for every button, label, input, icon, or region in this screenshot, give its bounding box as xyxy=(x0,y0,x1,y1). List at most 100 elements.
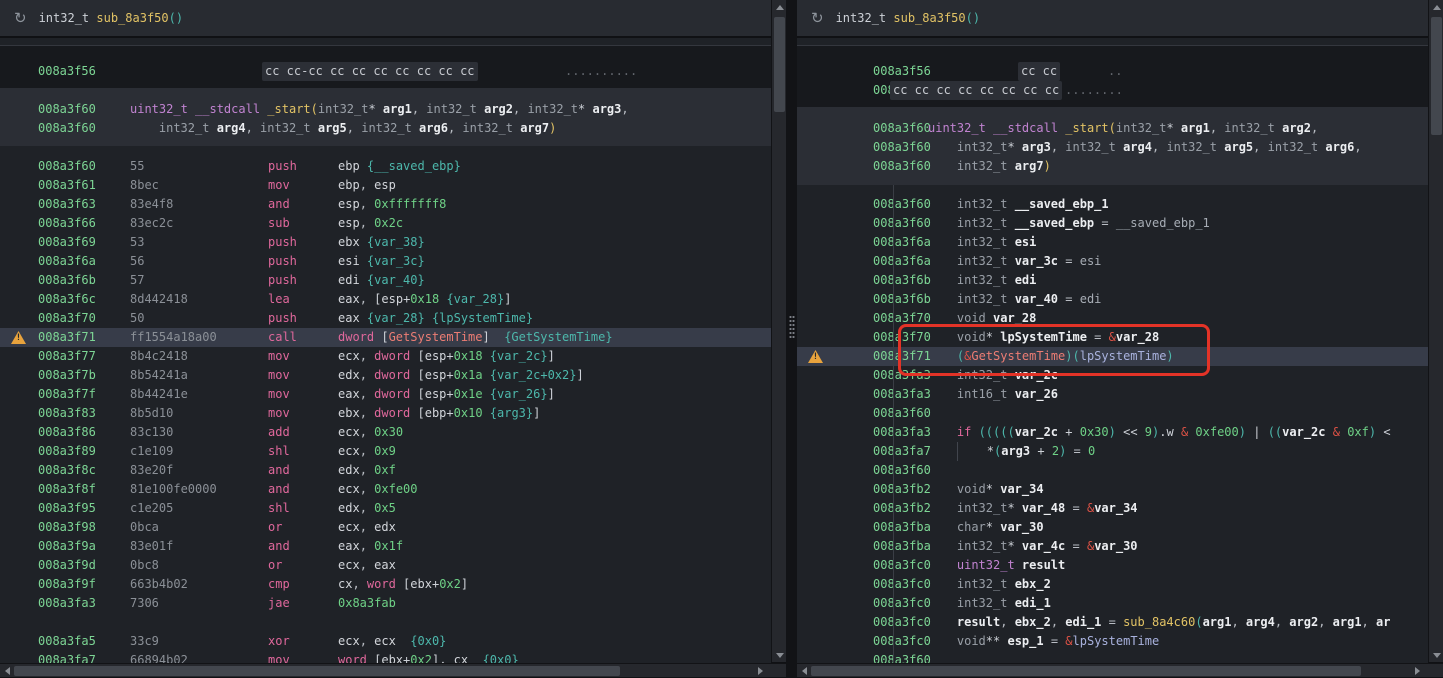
refresh-icon[interactable]: ↻ xyxy=(14,11,27,26)
token: ecx xyxy=(338,349,360,363)
hlil-row[interactable]: 008a3f70void var_28 xyxy=(797,309,1428,328)
hlil-row[interactable]: 008a3f6bint32_t var_40 = edi xyxy=(797,290,1428,309)
asm-signature-row[interactable]: 008a3f60int32_t arg4, int32_t arg5, int3… xyxy=(0,119,771,138)
asm-row[interactable]: 008a3f838b5d10movebx, dword [ebp+0x10 {a… xyxy=(0,404,771,423)
hlil-row[interactable]: 008a3fa7 *(arg3 + 2) = 0 xyxy=(797,442,1428,461)
token: esi xyxy=(338,254,360,268)
left-vertical-scrollbar[interactable] xyxy=(771,0,786,662)
hlil-row[interactable]: 008a3fc0int32_t ebx_2 xyxy=(797,575,1428,594)
asm-row[interactable]: 008a3f8683c130addecx, 0x30 xyxy=(0,423,771,442)
hlil-row[interactable]: 008a3f70void* lpSystemTime = &var_28 xyxy=(797,328,1428,347)
asm-row[interactable]: 008a3f7050pusheax {var_28} {lpSystemTime… xyxy=(0,309,771,328)
scrollbar-thumb[interactable] xyxy=(14,666,620,676)
token: int16_t xyxy=(957,387,1008,401)
hlil-row[interactable]: 008a3fa3int16_t var_26 xyxy=(797,385,1428,404)
asm-row[interactable]: 008a3f9a83e01fandeax, 0x1f xyxy=(0,537,771,556)
asm-row[interactable]: 008a3f980bcaorecx, edx xyxy=(0,518,771,537)
asm-row[interactable]: 008a3f6953pushebx {var_38} xyxy=(0,233,771,252)
asm-row[interactable]: 008a3fa533c9xorecx, ecx {0x0} xyxy=(0,632,771,651)
asm-row[interactable]: 008a3f7b8b54241amovedx, dword [esp+0x1a … xyxy=(0,366,771,385)
hlil-row[interactable]: 008a3fbaint32_t* var_4c = &var_30 xyxy=(797,537,1428,556)
asm-row[interactable]: 008a3f6c8d442418leaeax, [esp+0x18 {var_2… xyxy=(0,290,771,309)
byte-values: 83e20f xyxy=(130,461,268,480)
asm-row[interactable]: 008a3f6b57pushedi {var_40} xyxy=(0,271,771,290)
hlil-row[interactable]: 008a3fb2void* var_34 xyxy=(797,480,1428,499)
token: {var_38} xyxy=(367,235,425,249)
operands: edx, 0xf xyxy=(338,461,771,480)
asm-row[interactable]: 008a3f9f663b4b02cmpcx, word [ebx+0x2] xyxy=(0,575,771,594)
byte-values: 83c130 xyxy=(130,423,268,442)
hlil-row[interactable]: 008a3f60 xyxy=(797,461,1428,480)
hlil-row[interactable]: 008a3f60 xyxy=(797,404,1428,423)
hlil-row[interactable]: 008a3fc0void** esp_1 = &lpSystemTime xyxy=(797,632,1428,651)
address: 008a3fc0 xyxy=(873,594,928,613)
token: , xyxy=(621,102,628,116)
hlil-signature-row[interactable]: 008a3f60uint32_t __stdcall _start(int32_… xyxy=(797,119,1428,138)
hlil-row[interactable]: 008a3fc0uint32_t result xyxy=(797,556,1428,575)
hlil-row[interactable]: 008a3f60int32_t __saved_ebp = __saved_eb… xyxy=(797,214,1428,233)
scroll-down-icon[interactable] xyxy=(776,653,784,658)
asm-row[interactable]: 008a3f95c1e205shledx, 0x5 xyxy=(0,499,771,518)
gutter xyxy=(0,157,38,176)
right-vertical-scrollbar[interactable] xyxy=(1428,0,1443,662)
asm-row[interactable]: 008a3f6383e4f8andesp, 0xfffffff8 xyxy=(0,195,771,214)
hlil-row[interactable]: 008a3f58cc cc cc cc cc cc cc cc........ xyxy=(797,81,1428,100)
code-text: int32_t var_40 = edi xyxy=(928,290,1428,309)
asm-row[interactable]: 008a3f6055pushebp {__saved_ebp} xyxy=(0,157,771,176)
hlil-row[interactable]: 008a3f71(&GetSystemTime)(lpSystemTime) xyxy=(797,347,1428,366)
scroll-down-icon[interactable] xyxy=(1433,653,1441,658)
scrollbar-thumb[interactable] xyxy=(1431,17,1442,135)
hlil-row[interactable]: 008a3fa3if (((((var_2c + 0x30) << 9).w &… xyxy=(797,423,1428,442)
right-horizontal-scrollbar[interactable] xyxy=(797,663,1443,677)
asm-row[interactable]: 008a3f6a56pushesi {var_3c} xyxy=(0,252,771,271)
asm-row[interactable]: 008a3f8f81e100fe0000andecx, 0xfe00 xyxy=(0,480,771,499)
hlil-row[interactable]: 008a3fc0int32_t edi_1 xyxy=(797,594,1428,613)
asm-row[interactable]: 008a3f71ff1554a18a00calldword [GetSystem… xyxy=(0,328,771,347)
scroll-up-icon[interactable] xyxy=(776,5,784,10)
asm-row[interactable]: 008a3f56cc cc-cc cc cc cc cc cc cc cc...… xyxy=(0,62,771,81)
scroll-right-icon[interactable] xyxy=(1415,667,1420,675)
asm-row[interactable]: 008a3f8c83e20fandedx, 0xf xyxy=(0,461,771,480)
hlil-row[interactable]: 008a3f6aint32_t esi xyxy=(797,233,1428,252)
hlil-signature-row[interactable]: 008a3f60int32_t* arg3, int32_t arg4, int… xyxy=(797,138,1428,157)
address: 008a3f56 xyxy=(873,62,928,81)
asm-row[interactable]: 008a3fa37306jae0x8a3fab xyxy=(0,594,771,613)
token: ( xyxy=(1109,121,1116,135)
pane-splitter[interactable] xyxy=(786,0,797,677)
scroll-up-icon[interactable] xyxy=(1433,5,1441,10)
scrollbar-thumb[interactable] xyxy=(774,17,785,112)
asm-row[interactable]: 008a3f7f8b44241emoveax, dword [esp+0x1e … xyxy=(0,385,771,404)
hlil-row[interactable]: 008a3f6aint32_t var_3c = esi xyxy=(797,252,1428,271)
hlil-row[interactable]: 008a3fbachar* var_30 xyxy=(797,518,1428,537)
hlil-row[interactable]: 008a3f60int32_t __saved_ebp_1 xyxy=(797,195,1428,214)
gutter xyxy=(0,233,38,252)
hlil-row[interactable]: 008a3f6bint32_t edi xyxy=(797,271,1428,290)
gutter xyxy=(0,309,38,328)
token: 0x1f xyxy=(374,539,403,553)
asm-row[interactable]: 008a3f618becmovebp, esp xyxy=(0,176,771,195)
decompiler-pane: ↻ int32_t sub_8a3f50() 008a3f56cc cc..00… xyxy=(797,0,1428,677)
left-horizontal-scrollbar[interactable] xyxy=(0,663,786,677)
scroll-right-icon[interactable] xyxy=(758,667,763,675)
hlil-row[interactable]: 008a3fa3int32_t var_2c xyxy=(797,366,1428,385)
mnemonic: sub xyxy=(268,214,338,233)
scrollbar-thumb[interactable] xyxy=(811,666,1361,676)
asm-row[interactable]: 008a3f9d0bc8orecx, eax xyxy=(0,556,771,575)
splitter-handle-icon[interactable] xyxy=(789,315,795,339)
token: + xyxy=(446,349,453,363)
asm-row[interactable]: 008a3f778b4c2418movecx, dword [esp+0x18 … xyxy=(0,347,771,366)
code-text: int32_t esi xyxy=(928,233,1428,252)
asm-row[interactable] xyxy=(0,613,771,632)
asm-row[interactable]: 008a3f89c1e109shlecx, 0x9 xyxy=(0,442,771,461)
asm-signature-row[interactable]: 008a3f60uint32_t __stdcall _start(int32_… xyxy=(0,100,771,119)
token: eax xyxy=(338,387,360,401)
gutter xyxy=(797,556,835,575)
hlil-row[interactable]: 008a3fb2int32_t* var_48 = &var_34 xyxy=(797,499,1428,518)
hlil-signature-row[interactable]: 008a3f60int32_t arg7) xyxy=(797,157,1428,176)
scroll-left-icon[interactable] xyxy=(5,667,10,675)
hlil-row[interactable]: 008a3fc0result, ebx_2, edi_1 = sub_8a4c6… xyxy=(797,613,1428,632)
scroll-left-icon[interactable] xyxy=(802,667,807,675)
refresh-icon[interactable]: ↻ xyxy=(811,11,824,26)
asm-row[interactable]: 008a3f6683ec2csubesp, 0x2c xyxy=(0,214,771,233)
hlil-row[interactable]: 008a3f56cc cc.. xyxy=(797,62,1428,81)
